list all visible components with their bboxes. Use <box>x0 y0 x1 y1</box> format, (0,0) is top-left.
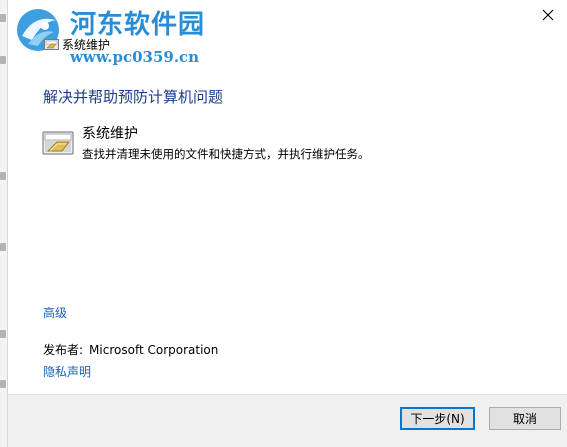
window-title: 系统维护 <box>62 38 111 52</box>
background-text-fragment <box>0 56 6 64</box>
background-text-fragment <box>0 330 6 338</box>
background-text-fragment <box>0 243 6 251</box>
task-description: 查找并清理未使用的文件和快捷方式，并执行维护任务。 <box>82 147 370 161</box>
dialog-footer: 下一步(N) 取消 <box>8 394 567 447</box>
troubleshooter-dialog: 河东软件园 www.pc0359.cn 系统维护 解决并帮助预防计算机问题 系统… <box>7 0 567 447</box>
task-title[interactable]: 系统维护 <box>82 125 138 143</box>
background-text-fragment <box>0 172 6 180</box>
maintenance-title-icon <box>44 39 59 50</box>
close-icon <box>542 9 554 21</box>
next-button[interactable]: 下一步(N) <box>400 407 475 430</box>
publisher-info: 发布者: Microsoft Corporation <box>43 342 218 358</box>
privacy-statement-link[interactable]: 隐私声明 <box>43 364 91 380</box>
close-button[interactable] <box>533 2 563 28</box>
background-text-fragment <box>0 380 6 388</box>
cancel-button[interactable]: 取消 <box>489 407 561 430</box>
page-heading: 解决并帮助预防计算机问题 <box>43 88 224 106</box>
screen: 河东软件园 www.pc0359.cn 系统维护 解决并帮助预防计算机问题 系统… <box>0 0 567 447</box>
background-window-edge <box>0 0 7 447</box>
background-text-fragment <box>0 14 6 22</box>
advanced-link[interactable]: 高级 <box>43 305 67 321</box>
publisher-name: Microsoft Corporation <box>89 343 219 357</box>
publisher-label: 发布者: <box>43 343 84 357</box>
maintenance-icon[interactable] <box>42 129 74 157</box>
watermark-site-name: 河东软件园 <box>70 10 206 40</box>
